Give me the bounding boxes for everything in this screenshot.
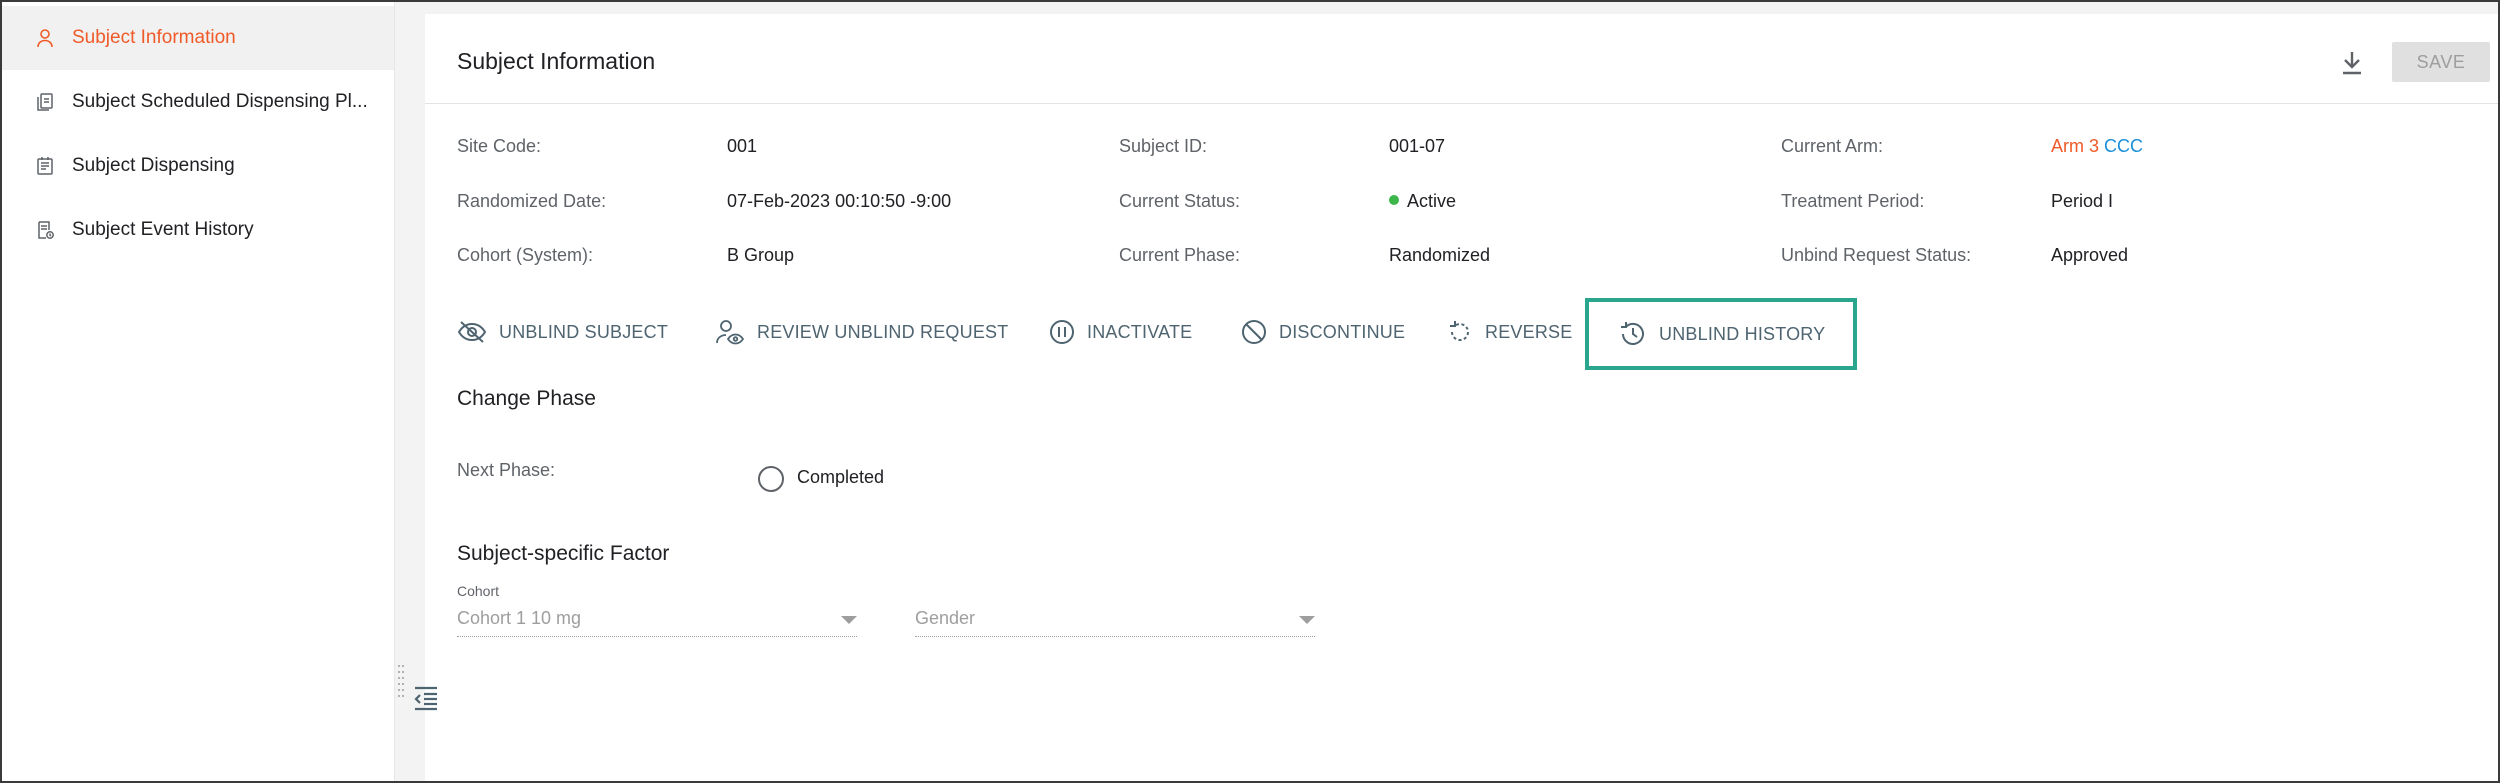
gender-select-value: Gender [915, 608, 976, 628]
current-status-text: Active [1407, 191, 1457, 211]
page-title: Subject Information [457, 48, 656, 74]
collapse-sidebar-button[interactable] [412, 684, 440, 712]
unbind-request-status-value: Approved [2051, 245, 2129, 265]
randomized-date-label: Randomized Date: [457, 191, 607, 211]
user-icon [34, 27, 56, 49]
dispensing-icon [34, 155, 56, 177]
download-button[interactable] [2338, 47, 2366, 79]
pause-circle-icon [1050, 320, 1074, 344]
history-icon [1621, 322, 1644, 345]
sidebar-item-subject-event-history[interactable]: Subject Event History [2, 198, 394, 262]
panel-header: Subject Information SAVE [425, 14, 2498, 104]
subject-id-value: 001-07 [1389, 136, 1446, 156]
current-arm-label: Current Arm: [1781, 136, 1884, 156]
current-phase-value: Randomized [1389, 245, 1491, 265]
current-arm-part2: CCC [2104, 136, 2144, 156]
subject-information-panel: Subject Information SAVE Site Code: 001 … [425, 14, 2498, 781]
collapse-menu-icon [414, 686, 437, 711]
user-review-icon [716, 320, 745, 345]
current-status-value: Active [1389, 191, 1456, 212]
cohort-select-value: Cohort 1 10 mg [457, 608, 582, 628]
block-icon [1242, 320, 1266, 344]
next-phase-label: Next Phase: [457, 460, 556, 480]
chevron-down-icon [1299, 616, 1315, 624]
document-copy-icon [34, 91, 56, 113]
completed-radio[interactable] [758, 466, 784, 492]
gender-select[interactable]: Gender [915, 602, 1315, 637]
completed-radio-label: Completed [797, 467, 885, 487]
change-phase-title: Change Phase [457, 387, 596, 410]
subject-specific-factor-title: Subject-specific Factor [457, 542, 670, 565]
cohort-system-value: B Group [727, 245, 795, 265]
sidebar-item-label: Subject Dispensing [72, 155, 235, 176]
unbind-request-status-label: Unbind Request Status: [1781, 245, 1972, 265]
unblind-history-label: UNBLIND HISTORY [1659, 323, 1826, 344]
sidebar-resize-handle[interactable] [397, 662, 405, 702]
inactivate-label: INACTIVATE [1087, 321, 1193, 342]
current-arm-value: Arm 3 CCC [2051, 136, 2143, 157]
sidebar-item-label: Subject Event History [72, 219, 254, 240]
sidebar-item-label: Subject Scheduled Dispensing Pl... [72, 91, 368, 112]
cohort-system-label: Cohort (System): [457, 245, 594, 265]
sidebar-item-subject-information[interactable]: Subject Information [2, 6, 394, 70]
unblind-subject-label: UNBLIND SUBJECT [499, 321, 669, 342]
inactivate-button[interactable]: INACTIVATE [1049, 310, 1192, 354]
sidebar-item-subject-scheduled-dispensing[interactable]: Subject Scheduled Dispensing Pl... [2, 70, 394, 134]
discontinue-button[interactable]: DISCONTINUE [1241, 310, 1405, 354]
review-unblind-request-label: REVIEW UNBLIND REQUEST [757, 321, 1009, 342]
cohort-select[interactable]: Cohort 1 10 mg [457, 602, 857, 637]
sidebar: Subject Information Subject Scheduled Di… [2, 2, 395, 781]
unblind-history-button[interactable]: UNBLIND HISTORY [1585, 298, 1857, 370]
site-code-label: Site Code: [457, 136, 542, 156]
unblind-subject-button[interactable]: UNBLIND SUBJECT [457, 310, 668, 354]
sidebar-item-label: Subject Information [72, 27, 236, 48]
cohort-caption: Cohort [457, 583, 500, 599]
current-arm-part1: Arm 3 [2051, 136, 2100, 156]
discontinue-label: DISCONTINUE [1279, 321, 1406, 342]
review-unblind-request-button[interactable]: REVIEW UNBLIND REQUEST [715, 310, 1008, 354]
chevron-down-icon [841, 616, 857, 624]
randomized-date-value: 07-Feb-2023 00:10:50 -9:00 [727, 191, 952, 211]
reverse-label: REVERSE [1485, 321, 1573, 342]
history-document-icon [34, 219, 56, 241]
subject-id-label: Subject ID: [1119, 136, 1208, 156]
main-area: Subject Information SAVE Site Code: 001 … [395, 2, 2498, 781]
download-icon [2343, 52, 2361, 75]
site-code-value: 001 [727, 136, 758, 156]
status-active-dot [1389, 195, 1399, 206]
sidebar-item-subject-dispensing[interactable]: Subject Dispensing [2, 134, 394, 198]
current-phase-label: Current Phase: [1119, 245, 1241, 265]
current-status-label: Current Status: [1119, 191, 1241, 211]
treatment-period-value: Period I [2051, 191, 2114, 211]
treatment-period-label: Treatment Period: [1781, 191, 1925, 211]
reverse-button[interactable]: REVERSE [1447, 310, 1572, 354]
eye-off-icon [457, 321, 487, 343]
save-button[interactable]: SAVE [2392, 42, 2490, 82]
rotate-icon [1450, 321, 1469, 341]
app-window: Subject Information Subject Scheduled Di… [0, 0, 2500, 783]
